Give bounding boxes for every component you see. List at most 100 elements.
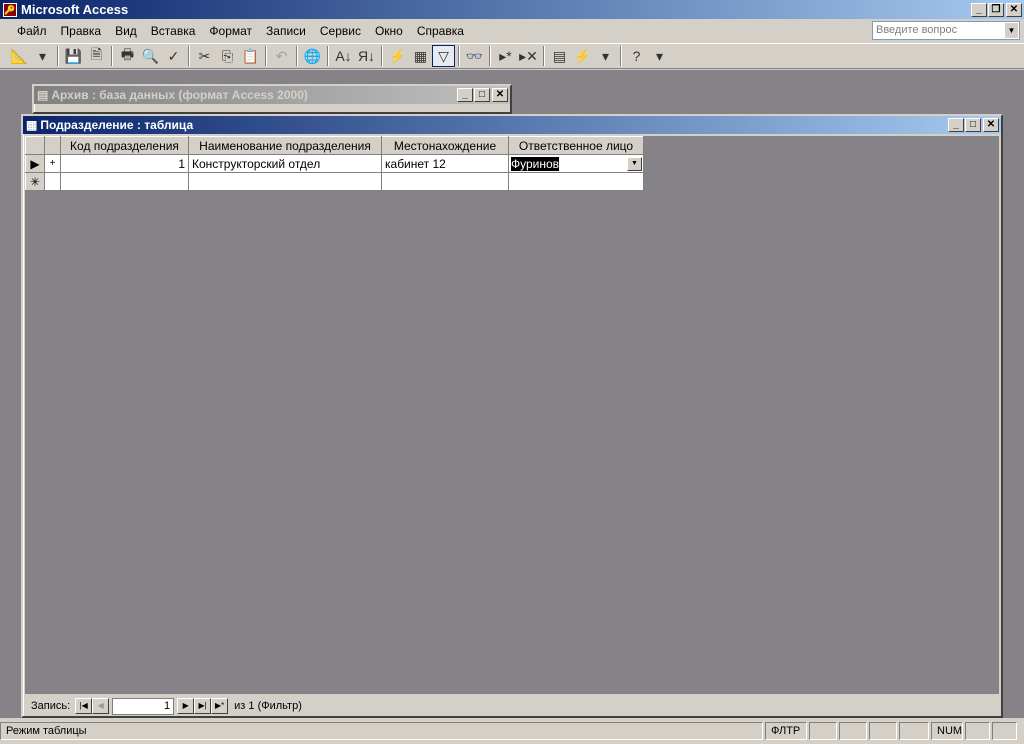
menu-item[interactable]: Правка (54, 24, 109, 38)
first-record-button[interactable]: |◀ (75, 698, 93, 714)
record-navigator: Запись: |◀ ◀ 1 ▶ ▶| ▶* из 1 (Фильтр) (25, 696, 999, 716)
next-record-button[interactable]: ▶ (177, 698, 195, 714)
close-button[interactable]: ✕ (983, 118, 999, 132)
new-record-icon[interactable]: ▸* (494, 45, 517, 67)
sort-ascending-icon[interactable]: A↓ (332, 45, 355, 67)
filter-by-form-icon[interactable]: ▦ (409, 45, 432, 67)
database-window[interactable]: ▤ Архив : база данных (формат Access 200… (32, 84, 512, 114)
database-window-title-bar[interactable]: ▤ Архив : база данных (формат Access 200… (34, 86, 510, 104)
maximize-button[interactable]: □ (474, 88, 490, 102)
cell-location[interactable]: кабинет 12 (381, 154, 509, 173)
new-record-button[interactable]: ▶* (211, 698, 229, 714)
print-icon[interactable]: 🖶 (116, 45, 139, 67)
minimize-button[interactable]: _ (971, 2, 987, 17)
chevron-down-icon[interactable]: ▼ (627, 156, 642, 171)
cell[interactable] (188, 172, 382, 191)
spelling-icon[interactable]: ✓ (162, 45, 185, 67)
cell[interactable] (60, 172, 189, 191)
column-header[interactable]: Код подразделения (60, 136, 189, 155)
menu-item[interactable]: Записи (259, 24, 313, 38)
menu-item[interactable]: Сервис (313, 24, 368, 38)
status-panel (965, 722, 990, 740)
ask-question-box[interactable]: Введите вопрос ▼ (872, 21, 1020, 40)
delete-record-icon[interactable]: ▸✕ (517, 45, 540, 67)
search-file-icon[interactable]: 🗎 (85, 45, 108, 67)
current-record-icon[interactable]: ▶ (25, 154, 45, 173)
toolbar-separator (620, 46, 622, 66)
apply-filter-icon[interactable]: ▽ (432, 45, 455, 67)
new-record-icon[interactable]: ✳ (25, 172, 45, 191)
print-preview-icon[interactable]: 🔍 (139, 45, 162, 67)
paste-icon[interactable]: 📋 (239, 45, 262, 67)
help-icon[interactable]: ? (625, 45, 648, 67)
cell-person-combo[interactable]: Фуринов ▼ (508, 154, 644, 173)
database-icon: ▤ (37, 88, 49, 102)
table-icon: ▦ (26, 118, 38, 132)
cell[interactable] (44, 172, 61, 191)
app-title-bar: 🔑 Microsoft Access _ ❐ ✕ (0, 0, 1024, 19)
toolbar-separator (543, 46, 545, 66)
copy-icon[interactable]: ⎘ (216, 45, 239, 67)
sort-descending-icon[interactable]: Я↓ (355, 45, 378, 67)
app-title: Microsoft Access (21, 2, 129, 17)
table-row: ▶ + 1 Конструкторский отдел кабинет 12 Ф… (25, 154, 644, 173)
table-window-title: Подразделение : таблица (40, 118, 194, 132)
restore-button[interactable]: ❐ (988, 2, 1004, 17)
last-record-button[interactable]: ▶| (194, 698, 212, 714)
toolbar-separator (111, 46, 113, 66)
status-panel (839, 722, 867, 740)
status-panel (992, 722, 1017, 740)
dropdown-icon[interactable]: ▾ (594, 45, 617, 67)
column-header[interactable]: Наименование подразделения (188, 136, 382, 155)
previous-record-button[interactable]: ◀ (92, 698, 110, 714)
toolbar-separator (458, 46, 460, 66)
minimize-button[interactable]: _ (948, 118, 964, 132)
close-button[interactable]: ✕ (492, 88, 508, 102)
hyperlink-icon[interactable]: 🌐 (301, 45, 324, 67)
status-filter: ФЛТР (765, 722, 807, 740)
expand-header (44, 136, 61, 155)
menu-item[interactable]: Вставка (144, 24, 203, 38)
menu-item[interactable]: Справка (410, 24, 471, 38)
save-icon[interactable]: 💾 (62, 45, 85, 67)
undo-icon[interactable]: ↶ (270, 45, 293, 67)
filter-by-selection-icon[interactable]: ⚡ (386, 45, 409, 67)
status-panel (869, 722, 897, 740)
record-number-input[interactable]: 1 (112, 697, 175, 715)
close-button[interactable]: ✕ (1006, 2, 1022, 17)
toolbar-separator (57, 46, 59, 66)
cell-code[interactable]: 1 (60, 154, 189, 173)
view-design-icon[interactable]: 📐 (8, 45, 31, 67)
table-window-title-bar[interactable]: ▦ Подразделение : таблица _ □ ✕ (23, 116, 1001, 134)
toolbar-separator (327, 46, 329, 66)
toolbar-separator (188, 46, 190, 66)
minimize-button[interactable]: _ (457, 88, 473, 102)
cell-name[interactable]: Конструкторский отдел (188, 154, 382, 173)
database-window-icon[interactable]: ▤ (548, 45, 571, 67)
menu-item[interactable]: Окно (368, 24, 410, 38)
cell[interactable] (508, 172, 644, 191)
find-icon[interactable]: 👓 (463, 45, 486, 67)
header-row: Код подразделения Наименование подраздел… (25, 136, 644, 155)
dropdown-icon[interactable]: ▾ (31, 45, 54, 67)
toolbar-separator (265, 46, 267, 66)
select-all-corner[interactable] (25, 136, 45, 155)
table-window[interactable]: ▦ Подразделение : таблица _ □ ✕ Код подраз… (21, 114, 1003, 718)
cell-person: Фуринов (511, 156, 560, 171)
cut-icon[interactable]: ✂ (193, 45, 216, 67)
record-label: Запись: (31, 700, 71, 712)
column-header[interactable]: Ответственное лицо (508, 136, 644, 155)
column-header[interactable]: Местонахождение (381, 136, 509, 155)
status-panel (809, 722, 837, 740)
new-object-icon[interactable]: ⚡ (571, 45, 594, 67)
maximize-button[interactable]: □ (965, 118, 981, 132)
menu-item[interactable]: Формат (202, 24, 259, 38)
cell[interactable] (381, 172, 509, 191)
toolbar-separator (381, 46, 383, 66)
menu-item[interactable]: Файл (10, 24, 54, 38)
chevron-down-icon[interactable]: ▼ (1005, 23, 1018, 38)
menu-item[interactable]: Вид (108, 24, 144, 38)
expand-plus-icon[interactable]: + (44, 154, 61, 173)
toolbar-separator (296, 46, 298, 66)
toolbar-options-icon[interactable]: ▾ (648, 45, 671, 67)
